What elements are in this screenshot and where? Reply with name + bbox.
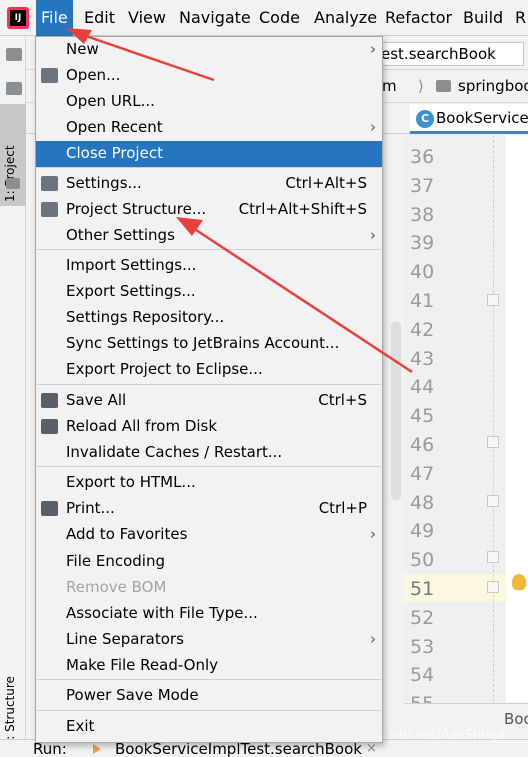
annotation-arrows — [66, 28, 413, 374]
arrowhead-icon — [66, 28, 92, 44]
annotation-arrow-to-project-structure — [189, 224, 413, 374]
annotation-arrow-to-file — [79, 32, 215, 82]
